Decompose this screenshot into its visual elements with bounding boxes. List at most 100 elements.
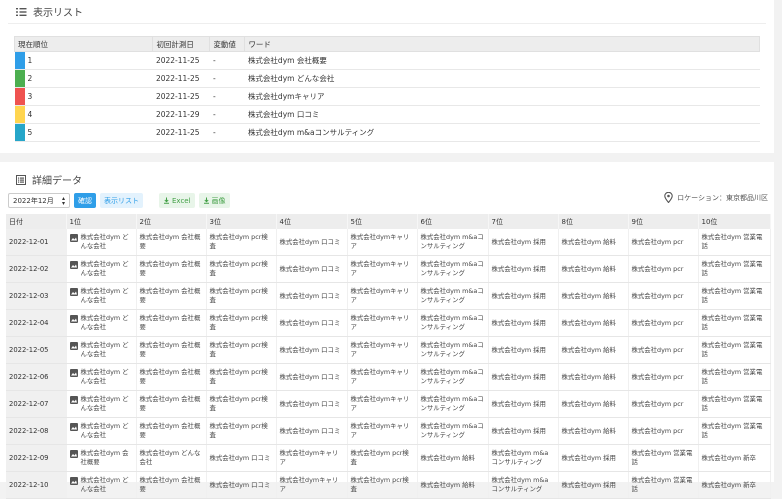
month-select[interactable]: 2022年12月 ▴ ▾ [8, 193, 70, 208]
rank-cell: 株式会社dymキャリア [276, 444, 348, 472]
detail-data-table: 日付 1位 2位 3位 4位 5位 6位 7位 8位 9位 10位 2022-12-01 株式会社dy… [6, 214, 771, 499]
rank-cell: 株式会社dym 口コミ [276, 255, 348, 283]
rank-cell: 株式会社dym pcr検査 [206, 255, 277, 283]
rank-cell: 株式会社dym 給料 [558, 309, 629, 337]
list-cell-word: 株式会社dymキャリア [244, 87, 760, 106]
date-cell: 2022-12-10 [6, 471, 67, 499]
rank-cell-text: 株式会社dym どんな会社 [80, 260, 129, 277]
display-list-card: 表示リスト 現在順位 初回計測日 変動値 ワード 1 2022-11-25- 株式会社dy… [0, 0, 774, 153]
rank-cell: 株式会社dym 会社概要 [136, 255, 207, 283]
image-icon[interactable] [69, 423, 78, 431]
rank1-wrapper: 株式会社dym どんな会社 [69, 260, 133, 278]
rank-cell: 株式会社dym 会社概要 [136, 363, 207, 391]
rank-cell-text: 株式会社dym どんな会社 [80, 368, 129, 385]
rank-cell: 株式会社dym 会社概要 [136, 417, 207, 445]
rank-cell: 株式会社dym 口コミ [206, 444, 277, 472]
detail-data-title: 詳細データ [32, 176, 82, 187]
rank-cell: 株式会社dym どんな会社 [136, 444, 207, 472]
rank-cell-text: 株式会社dym どんな会社 [80, 287, 129, 304]
document-list-icon [16, 174, 26, 185]
rank-cell: 株式会社dym pcr検査 [206, 390, 277, 418]
rank-cell: 株式会社dym pcr検査 [347, 471, 418, 499]
rank-cell: 株式会社dym 採用 [488, 417, 559, 445]
list-cell-word: 株式会社dym 会社概要 [244, 51, 760, 70]
list-cell-change: - [209, 105, 245, 124]
location-text: ロケーション：東京都品川区 [677, 193, 768, 202]
rank-cell: 株式会社dym 採用 [488, 336, 559, 364]
list-cell-date: 2022-11-25 [152, 69, 210, 88]
rank-cell: 株式会社dymキャリア [347, 336, 418, 364]
rank1-wrapper: 株式会社dym どんな会社 [69, 341, 133, 359]
rank-cell: 株式会社dym 会社概要 [136, 471, 207, 499]
rank-cell: 株式会社dym 口コミ [276, 229, 348, 256]
rank-cell: 株式会社dym 給料 [558, 417, 629, 445]
rank-cell: 株式会社dym pcr検査 [206, 417, 277, 445]
rank-cell: 株式会社dym 採用 [558, 444, 629, 472]
rank-cell: 株式会社dym 営業電話 [698, 336, 771, 364]
rank-cell: 株式会社dymキャリア [347, 390, 418, 418]
rank-cell: 株式会社dym 新卒 [698, 444, 771, 472]
list-cell-change: - [209, 51, 245, 70]
image-icon[interactable] [69, 234, 78, 242]
image-icon[interactable] [69, 396, 78, 404]
data-col-header: 9位 [628, 214, 699, 229]
rank-cell: 株式会社dym 口コミ [276, 363, 348, 391]
rank-cell: 株式会社dymキャリア [347, 255, 418, 283]
rank-cell: 株式会社dym pcr [628, 255, 699, 283]
rank1-wrapper: 株式会社dym どんな会社 [69, 476, 133, 494]
detail-toolbar: 2022年12月 ▴ ▾ 確認 表示リスト Excel 画像 [8, 193, 230, 208]
select-arrows-icon: ▴ ▾ [61, 194, 65, 207]
rank-cell: 株式会社dym 営業電話 [698, 309, 771, 337]
rank-cell: 株式会社dym どんな会社 [66, 390, 137, 418]
rank-cell: 株式会社dym どんな会社 [66, 417, 137, 445]
display-list-button[interactable]: 表示リスト [100, 193, 143, 208]
display-list-title: 表示リスト [33, 8, 83, 19]
color-swatch-fill [14, 124, 25, 141]
rank-cell: 株式会社dym pcr検査 [206, 363, 277, 391]
color-swatch [14, 105, 25, 124]
rank-cell: 株式会社dym pcr [628, 390, 699, 418]
confirm-button[interactable]: 確認 [74, 193, 96, 208]
confirm-button-label: 確認 [78, 196, 92, 205]
rank-cell: 株式会社dym どんな会社 [66, 309, 137, 337]
image-icon[interactable] [69, 261, 78, 269]
color-swatch [14, 87, 25, 106]
rank-cell: 株式会社dymキャリア [347, 309, 418, 337]
rank-cell: 株式会社dym 会社概要 [136, 390, 207, 418]
data-col-header: 7位 [488, 214, 559, 229]
rank-cell: 株式会社dymキャリア [347, 229, 418, 256]
image-icon[interactable] [69, 315, 78, 323]
rank-cell: 株式会社dym 口コミ [276, 390, 348, 418]
rank-cell: 株式会社dym 営業電話 [698, 363, 771, 391]
image-icon[interactable] [69, 342, 78, 350]
color-swatch-fill [14, 52, 25, 69]
rank-cell: 株式会社dym 営業電話 [698, 229, 771, 256]
rank-cell: 株式会社dym m&aコンサルティング [417, 417, 489, 445]
date-cell: 2022-12-07 [6, 390, 67, 418]
rank1-wrapper: 株式会社dym どんな会社 [69, 314, 133, 332]
image-download-button[interactable]: 画像 [198, 193, 230, 208]
data-col-header: 6位 [417, 214, 489, 229]
list-cell-change: - [209, 87, 245, 106]
excel-download-button[interactable]: Excel [159, 193, 195, 208]
image-icon[interactable] [69, 450, 78, 458]
rank-cell: 株式会社dymキャリア [347, 282, 418, 310]
image-icon[interactable] [69, 288, 78, 296]
data-col-header: 8位 [558, 214, 629, 229]
rank-cell: 株式会社dym 営業電話 [698, 282, 771, 310]
rank-cell-text: 株式会社dym どんな会社 [80, 314, 129, 331]
rank-cell: 株式会社dym 給料 [558, 229, 629, 256]
col-header-rank: 現在順位 [13, 36, 154, 52]
rank-cell: 株式会社dym 営業電話 [628, 444, 699, 472]
col-header: ワード [244, 36, 760, 52]
rank-cell: 株式会社dym 会社概要 [136, 282, 207, 310]
date-cell: 2022-12-06 [6, 363, 67, 391]
rank-cell: 株式会社dym どんな会社 [66, 336, 137, 364]
image-icon[interactable] [69, 369, 78, 377]
rank-cell: 株式会社dym 口コミ [276, 309, 348, 337]
rank-cell: 株式会社dym pcr [628, 229, 699, 256]
image-icon[interactable] [69, 477, 78, 485]
rank-cell: 株式会社dym pcr検査 [347, 444, 418, 472]
list-cell-rank: 1 [24, 51, 153, 70]
color-swatch-fill [14, 88, 25, 105]
